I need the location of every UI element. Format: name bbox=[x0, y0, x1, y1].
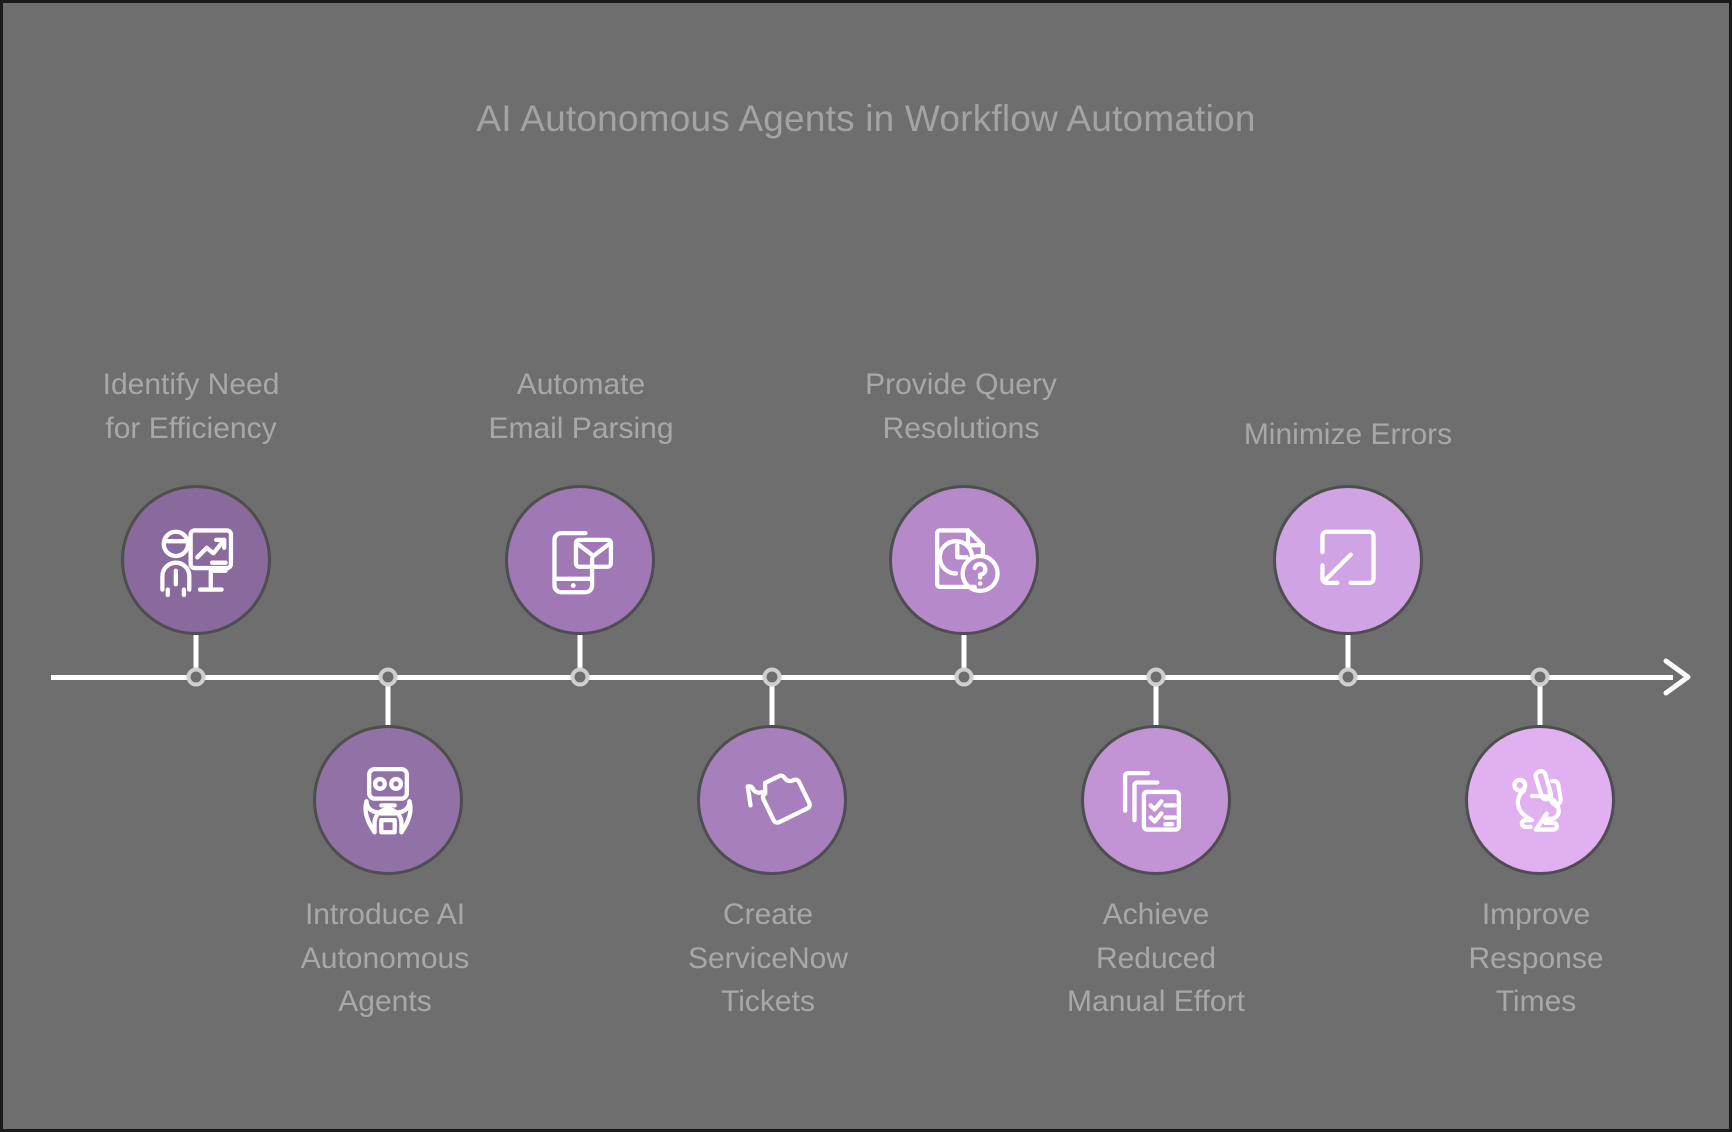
milestone-node-6[interactable] bbox=[1273, 485, 1423, 635]
milestone-label-2: Automate Email Parsing bbox=[488, 368, 674, 445]
document-clock-question-icon bbox=[934, 528, 1000, 594]
timeline-tick bbox=[762, 667, 782, 687]
timeline-arrow-icon bbox=[1663, 658, 1691, 696]
milestone-node-2[interactable] bbox=[505, 485, 655, 635]
milestone-label-3: Create ServiceNow Tickets bbox=[687, 898, 849, 1018]
milestone-label-4: Provide Query Resolutions bbox=[865, 368, 1057, 445]
milestone-label-6: Minimize Errors bbox=[1243, 418, 1453, 451]
milestone-node-0[interactable] bbox=[121, 485, 271, 635]
tickets-icon bbox=[745, 773, 812, 825]
timeline-tick bbox=[378, 667, 398, 687]
timeline-tick bbox=[1146, 667, 1166, 687]
timeline-tick bbox=[954, 667, 974, 687]
presentation-growth-chart-icon bbox=[160, 528, 234, 598]
page-title: AI Autonomous Agents in Workflow Automat… bbox=[476, 98, 1256, 139]
timeline-tick bbox=[1530, 667, 1550, 687]
milestone-node-7[interactable] bbox=[1465, 725, 1615, 875]
mobile-email-icon bbox=[552, 530, 614, 595]
timeline-axis bbox=[51, 675, 1673, 680]
milestone-label-1: Introduce AI Autonomous Agents bbox=[300, 898, 470, 1018]
timeline-tick bbox=[1338, 667, 1358, 687]
rabbit-icon bbox=[1512, 769, 1563, 832]
milestone-node-4[interactable] bbox=[889, 485, 1039, 635]
milestone-node-5[interactable] bbox=[1081, 725, 1231, 875]
stacked-checklist-icon bbox=[1122, 770, 1181, 832]
milestone-node-3[interactable] bbox=[697, 725, 847, 875]
milestone-label-0: Identify Need for Efficiency bbox=[102, 368, 280, 445]
milestone-label-5: Achieve Reduced Manual Effort bbox=[1067, 898, 1245, 1018]
milestone-node-1[interactable] bbox=[313, 725, 463, 875]
timeline-diagram: AI Autonomous Agents in Workflow Automat… bbox=[0, 0, 1732, 1132]
timeline-tick bbox=[186, 667, 206, 687]
timeline-tick bbox=[570, 667, 590, 687]
robot-icon bbox=[363, 766, 413, 835]
milestone-label-7: Improve Response Times bbox=[1468, 898, 1604, 1018]
minimize-arrow-icon bbox=[1320, 529, 1376, 585]
